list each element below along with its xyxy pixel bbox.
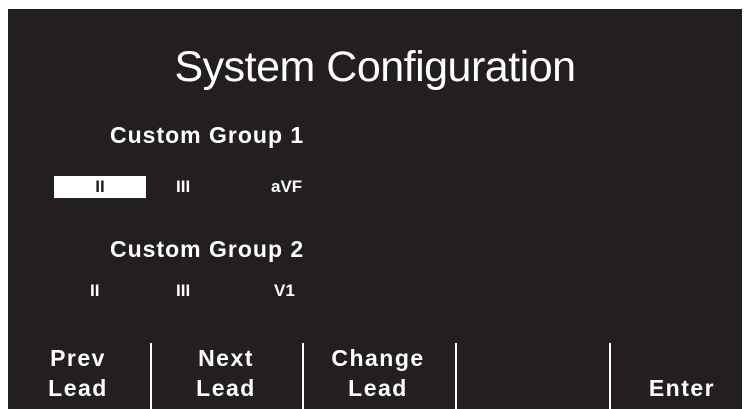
softkey-label-line2: Lead xyxy=(196,375,256,401)
prev-lead-button[interactable]: Prev Lead xyxy=(3,343,153,409)
lead-group2-v1[interactable]: V1 xyxy=(274,280,295,302)
softkey-label-line2: Lead xyxy=(48,375,108,401)
screen: System Configuration Custom Group 1 II I… xyxy=(0,0,750,409)
softkey-label-line2: Enter xyxy=(648,375,716,401)
softkey-label-line1: Change xyxy=(331,345,425,371)
lead-group1-avf[interactable]: aVF xyxy=(271,176,302,198)
group-title-2: Custom Group 2 xyxy=(110,236,305,262)
lead-group1-ii[interactable]: II xyxy=(54,176,146,198)
softkey-label-line1 xyxy=(456,343,606,373)
display-panel: System Configuration Custom Group 1 II I… xyxy=(8,9,742,409)
softkey-label-line2 xyxy=(456,373,606,403)
lead-group1-iii[interactable]: III xyxy=(176,176,190,198)
softkey-label-line1: Prev xyxy=(50,345,106,371)
group-title-1: Custom Group 1 xyxy=(110,122,305,148)
lead-group2-ii[interactable]: II xyxy=(90,280,99,302)
enter-button[interactable]: Enter xyxy=(608,343,750,409)
next-lead-button[interactable]: Next Lead xyxy=(151,343,301,409)
lead-group2-iii[interactable]: III xyxy=(176,280,190,302)
blank-softkey[interactable] xyxy=(456,343,606,409)
softkey-label-line1: Next xyxy=(198,345,254,371)
change-lead-button[interactable]: Change Lead xyxy=(303,343,453,409)
page-title: System Configuration xyxy=(174,43,576,91)
softkey-label-line2: Lead xyxy=(348,375,408,401)
softkey-label-line1 xyxy=(608,343,750,373)
